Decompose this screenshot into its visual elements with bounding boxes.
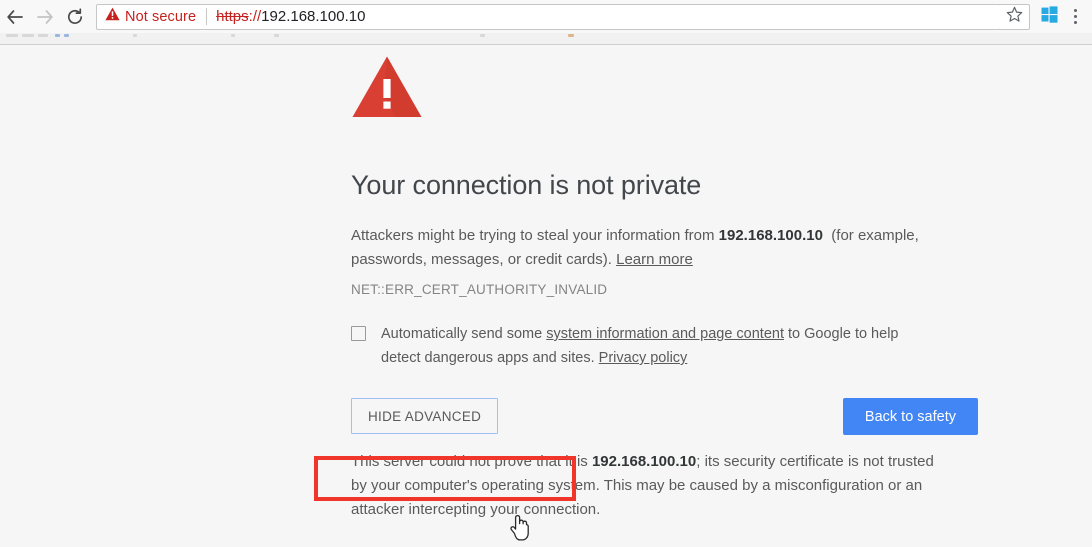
bookmark-item[interactable] — [6, 34, 18, 37]
browser-window: Not secure https://192.168.100.10 Your c… — [0, 0, 1092, 547]
proceed-row: Proceed to192.168.100.10 (unsafe) — [351, 522, 971, 547]
url-text[interactable]: https://192.168.100.10 — [216, 8, 994, 25]
opt-in-text: Automatically send some system informati… — [381, 322, 921, 370]
warning-triangle-icon — [105, 7, 120, 26]
browser-toolbar: Not secure https://192.168.100.10 — [0, 0, 1092, 33]
hide-advanced-button[interactable]: HIDE ADVANCED — [351, 398, 499, 434]
bookmark-item[interactable] — [64, 34, 69, 37]
bookmark-item[interactable] — [38, 34, 48, 37]
opt-in-row: Automatically send some system informati… — [351, 297, 921, 370]
url-scheme: https — [216, 8, 249, 25]
bookmarks-bar[interactable] — [0, 33, 1092, 44]
bookmark-item[interactable] — [480, 34, 485, 37]
error-code: NET::ERR_CERT_AUTHORITY_INVALID — [351, 282, 608, 297]
windows-tiles-icon — [1041, 5, 1058, 28]
system-information-link[interactable]: system information and page content — [546, 326, 784, 342]
bookmark-item[interactable] — [22, 34, 34, 37]
back-to-safety-button[interactable]: Back to safety — [842, 398, 978, 435]
omnibox-divider — [206, 8, 208, 25]
interstitial-content: Your connection is not private Attackers… — [351, 45, 978, 547]
reload-icon — [65, 7, 85, 27]
opt-in-text-before: Automatically send some — [381, 326, 543, 342]
back-button[interactable] — [0, 2, 30, 32]
three-dot-menu-icon — [1073, 9, 1077, 24]
bookmark-item[interactable] — [568, 34, 574, 37]
url-separator: :// — [248, 8, 262, 25]
warning-description: Attackers might be trying to steal your … — [351, 201, 919, 272]
page-warning-triangle-icon — [351, 55, 423, 119]
arrow-right-icon — [35, 7, 55, 27]
bookmark-item[interactable] — [231, 34, 235, 37]
ssl-interstitial-page: Your connection is not private Attackers… — [0, 45, 1092, 547]
chrome-menu-button[interactable] — [1062, 2, 1088, 32]
button-row: HIDE ADVANCED Back to safety — [351, 370, 978, 435]
bookmark-item[interactable] — [133, 34, 137, 37]
warning-description-host: 192.168.100.10 — [718, 227, 823, 244]
extension-button[interactable] — [1036, 2, 1062, 32]
bookmark-item[interactable] — [55, 34, 60, 37]
security-status[interactable]: Not secure — [105, 7, 196, 26]
learn-more-link[interactable]: Learn more — [616, 251, 693, 268]
address-bar[interactable]: Not secure https://192.168.100.10 — [96, 3, 1001, 30]
toolbar-right-group — [1030, 2, 1092, 32]
url-host: 192.168.100.10 — [261, 8, 366, 25]
privacy-policy-link[interactable]: Privacy policy — [599, 350, 688, 366]
advanced-text-before: This server could not prove that it is — [351, 453, 588, 470]
page-title: Your connection is not private — [351, 170, 702, 200]
warning-description-lead: Attackers might be trying to steal your … — [351, 227, 715, 244]
advanced-host: 192.168.100.10 — [591, 453, 697, 470]
forward-button[interactable] — [30, 2, 60, 32]
security-status-label: Not secure — [125, 8, 197, 25]
star-icon — [1006, 6, 1023, 28]
bookmark-item[interactable] — [274, 34, 279, 37]
send-stats-checkbox[interactable] — [351, 326, 366, 341]
bookmark-button[interactable] — [1000, 3, 1030, 30]
reload-button[interactable] — [60, 2, 90, 32]
arrow-left-icon — [5, 7, 25, 27]
